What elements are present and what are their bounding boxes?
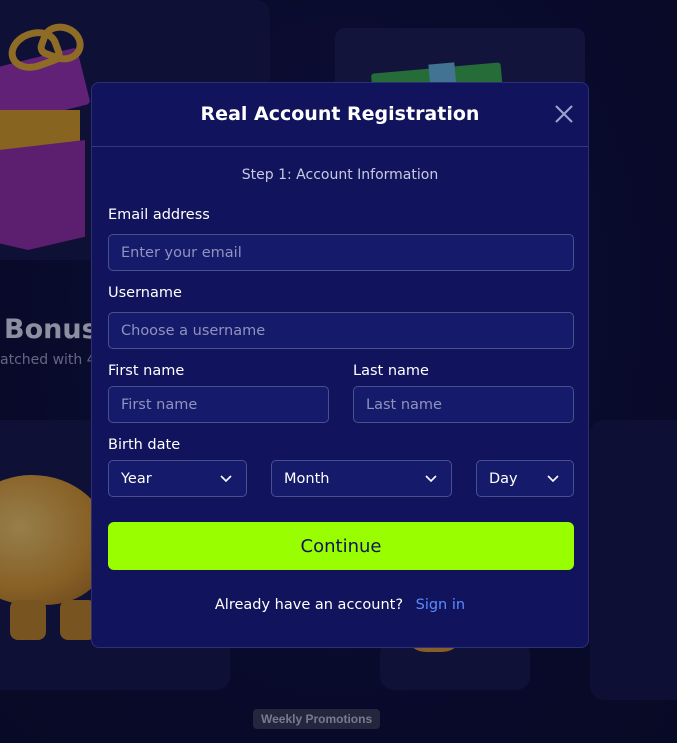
signin-link[interactable]: Sign in	[416, 597, 465, 613]
registration-modal: Real Account Registration Step 1: Accoun…	[91, 82, 589, 648]
last-name-field[interactable]	[353, 386, 574, 423]
modal-title: Real Account Registration	[200, 103, 480, 125]
birth-year-value: Year	[121, 471, 152, 487]
chevron-down-icon	[220, 475, 232, 483]
birth-year-select[interactable]: Year	[108, 460, 247, 497]
birth-day-value: Day	[489, 471, 518, 487]
chevron-down-icon	[425, 475, 437, 483]
birth-month-value: Month	[284, 471, 330, 487]
email-label: Email address	[108, 207, 210, 223]
birth-month-select[interactable]: Month	[271, 460, 452, 497]
username-field[interactable]	[108, 312, 574, 349]
signin-row: Already have an account? Sign in	[92, 597, 588, 613]
signin-prompt: Already have an account?	[214, 597, 404, 613]
first-name-label: First name	[108, 363, 185, 379]
email-field[interactable]	[108, 234, 574, 271]
page: Bonus atched with 4 Weekly Promotions Re…	[0, 0, 677, 743]
first-name-field[interactable]	[108, 386, 329, 423]
birth-day-select[interactable]: Day	[476, 460, 574, 497]
username-label: Username	[108, 285, 182, 301]
continue-button[interactable]: Continue	[108, 522, 574, 570]
chevron-down-icon	[547, 475, 559, 483]
last-name-label: Last name	[353, 363, 429, 379]
step-indicator: Step 1: Account Information	[241, 167, 439, 183]
birth-date-label: Birth date	[108, 437, 181, 453]
modal-header: Real Account Registration	[92, 83, 588, 147]
close-icon[interactable]	[554, 104, 574, 124]
